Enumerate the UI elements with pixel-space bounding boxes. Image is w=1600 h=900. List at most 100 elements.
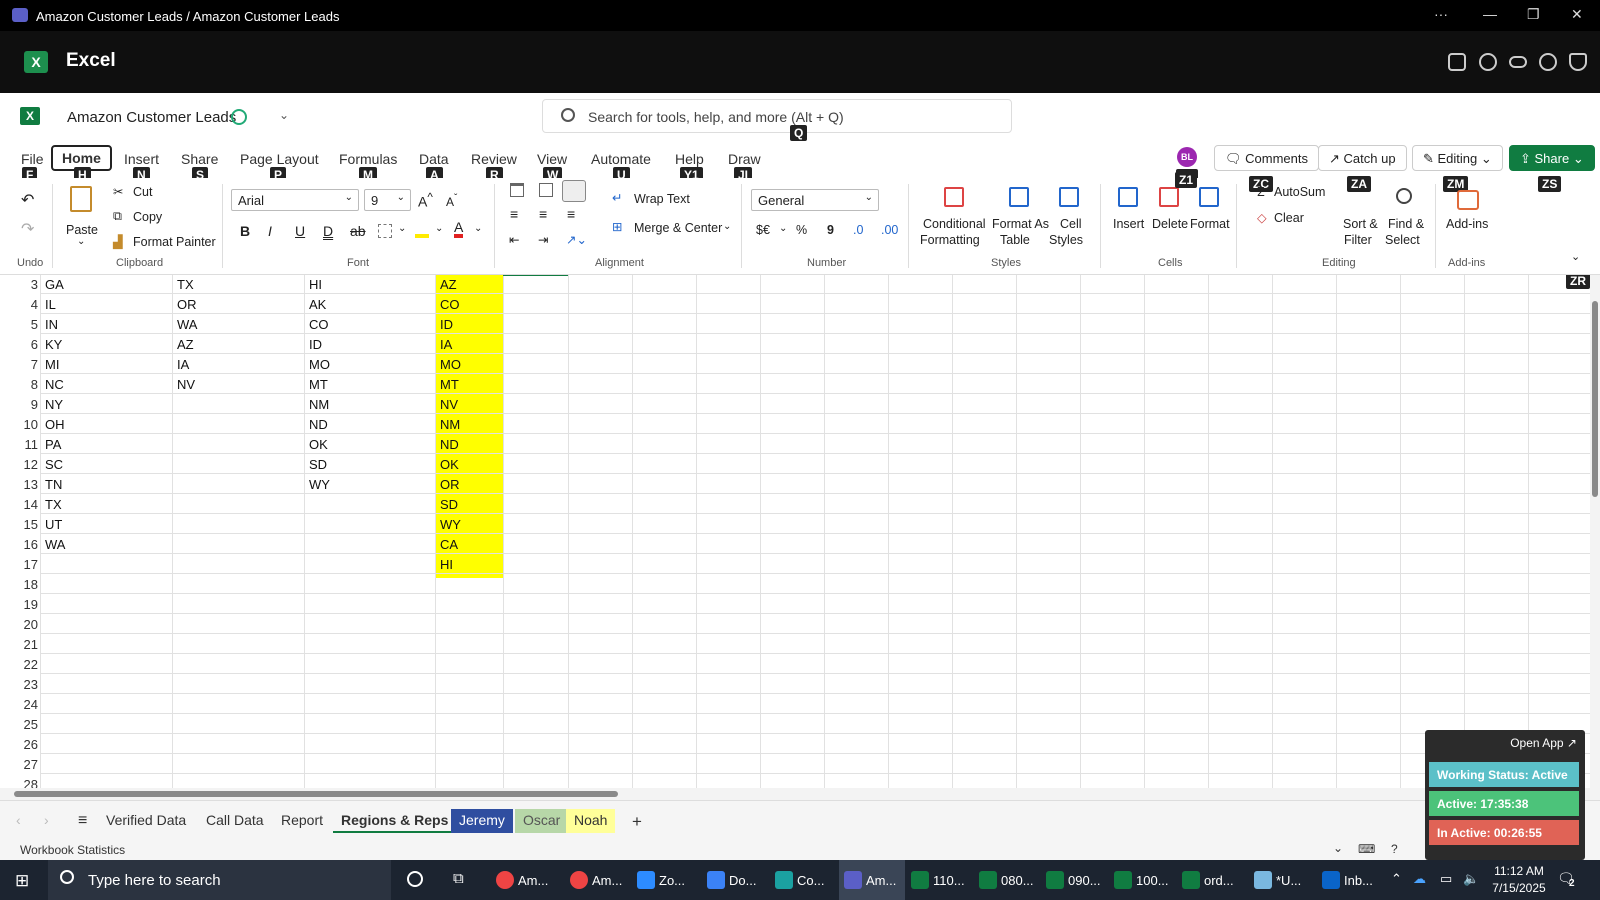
currency-button[interactable]: $€ (756, 223, 770, 237)
cell[interactable]: MO (306, 357, 330, 372)
cell[interactable]: GA (42, 277, 64, 292)
format-painter-button[interactable]: Format Painter (133, 235, 216, 249)
info-icon[interactable] (1539, 53, 1557, 71)
row-header[interactable]: 20 (0, 617, 40, 632)
row-header[interactable]: 16 (0, 537, 40, 552)
taskbar-app-chrome-1[interactable]: Am... (496, 871, 548, 889)
merge-center-button[interactable]: Merge & Center (634, 221, 722, 235)
row-header[interactable]: 11 (0, 437, 40, 452)
find-label[interactable]: Find & (1388, 217, 1424, 231)
paste-button[interactable]: Paste (66, 223, 98, 237)
minimize-button[interactable]: — (1483, 6, 1497, 22)
prev-sheet-icon[interactable]: ‹ (8, 809, 29, 833)
cell[interactable]: HI (306, 277, 322, 292)
format-cells-button[interactable]: Format (1190, 217, 1230, 231)
sheet-tab-call-data[interactable]: Call Data (198, 809, 272, 833)
keyboard-icon[interactable]: ⌨ (1358, 842, 1375, 856)
row-header[interactable]: 23 (0, 677, 40, 692)
spreadsheet-grid[interactable]: 3 4 5 6 7 8 9 10 11 12 13 14 15 16 17 18 19 20 21 22 23 24 25 2… (0, 275, 1590, 788)
cell[interactable]: MO (437, 357, 461, 372)
cell[interactable]: UT (42, 517, 62, 532)
cell[interactable]: CO (437, 297, 460, 312)
sheet-tab-verified-data[interactable]: Verified Data (98, 809, 194, 833)
scroll-thumb[interactable] (14, 791, 618, 797)
tab-data[interactable]: Data (419, 149, 449, 169)
row-header[interactable]: 14 (0, 497, 40, 512)
wrap-text-button[interactable]: Wrap Text (634, 192, 690, 206)
avatar[interactable]: BL (1177, 147, 1197, 167)
taskbar-app-zoom[interactable]: Zo... (637, 871, 685, 889)
cell[interactable]: IN (42, 317, 58, 332)
decrease-indent-icon[interactable]: ⇤ (509, 232, 519, 247)
cell[interactable]: WA (174, 317, 197, 332)
sheet-tab-report[interactable]: Report (273, 809, 331, 833)
double-underline-icon[interactable]: D (323, 223, 333, 239)
cut-button[interactable]: Cut (133, 185, 152, 199)
tab-automate[interactable]: Automate (591, 149, 651, 169)
taskbar-app-outlook[interactable]: Inb... (1322, 871, 1373, 889)
cell[interactable]: AZ (174, 337, 194, 352)
chevron-down-icon[interactable]: ⌄ (1333, 841, 1343, 855)
cell[interactable]: IA (437, 337, 452, 352)
cell[interactable]: OH (42, 417, 65, 432)
taskbar-search[interactable]: Type here to search (48, 860, 391, 900)
font-color-icon[interactable]: A (454, 220, 464, 238)
grow-font-icon[interactable]: A^ (418, 191, 433, 210)
row-header[interactable]: 19 (0, 597, 40, 612)
row-header[interactable]: 17 (0, 557, 40, 572)
chevron-down-icon[interactable]: ⌄ (474, 223, 482, 234)
cell[interactable]: AK (306, 297, 326, 312)
network-icon[interactable]: ▭ (1440, 871, 1452, 887)
cell[interactable]: IL (42, 297, 56, 312)
row-header[interactable]: 5 (0, 317, 40, 332)
cell[interactable]: ND (306, 417, 328, 432)
row-header[interactable]: 27 (0, 757, 40, 772)
onedrive-icon[interactable]: ☁ (1413, 871, 1426, 887)
tab-draw[interactable]: Draw (728, 149, 761, 169)
cell[interactable]: KY (42, 337, 62, 352)
comments-button[interactable]: 🗨 Comments (1214, 145, 1319, 171)
taskbar-app-excel-3[interactable]: 090... (1046, 871, 1101, 889)
row-header[interactable]: 18 (0, 577, 40, 592)
taskbar-app-excel-1[interactable]: 110... (911, 871, 965, 889)
clock-date[interactable]: 7/15/2025 (1488, 881, 1550, 895)
row-header[interactable]: 9 (0, 397, 40, 412)
row-header[interactable]: 26 (0, 737, 40, 752)
tab-review[interactable]: Review (471, 149, 517, 169)
editing-mode-button[interactable]: ✎ Editing ⌄ (1412, 145, 1503, 171)
increase-decimal-icon[interactable]: .0 (853, 223, 863, 237)
cell[interactable]: TN (42, 477, 62, 492)
tab-help[interactable]: Help (675, 149, 704, 169)
cell[interactable]: CO (306, 317, 329, 332)
cell[interactable]: NV (174, 377, 195, 392)
share-button[interactable]: ⇪ Share ⌄ (1509, 145, 1595, 171)
cell[interactable]: NM (306, 397, 329, 412)
cell[interactable]: WY (306, 477, 330, 492)
cell-styles-button[interactable]: Styles (1049, 233, 1083, 247)
conditional-formatting-label[interactable]: Conditional (923, 217, 986, 231)
cell[interactable]: ND (437, 437, 459, 452)
horizontal-scrollbar[interactable] (0, 788, 1600, 800)
cell[interactable]: ID (437, 317, 453, 332)
increase-indent-icon[interactable]: ⇥ (538, 232, 548, 247)
cell[interactable]: TX (174, 277, 194, 292)
cell[interactable]: WY (437, 517, 461, 532)
taskbar-app-downloads[interactable]: Do... (707, 871, 756, 889)
restore-button[interactable]: ❐ (1527, 6, 1540, 23)
underline-icon[interactable]: U (295, 223, 305, 239)
taskbar-app-excel-5[interactable]: ord... (1182, 871, 1234, 889)
cell[interactable]: IA (174, 357, 189, 372)
clear-button[interactable]: Clear (1274, 211, 1304, 225)
strikethrough-icon[interactable]: ab (350, 223, 366, 239)
align-center-icon[interactable]: ≡ (539, 206, 547, 222)
tab-insert[interactable]: Insert (124, 149, 159, 169)
font-size-select[interactable]: 9 ⌄ (364, 189, 411, 211)
row-header[interactable]: 12 (0, 457, 40, 472)
conditional-formatting-button[interactable]: Formatting (920, 233, 980, 247)
row-header[interactable]: 15 (0, 517, 40, 532)
taskbar-app-teams[interactable]: Am... (844, 871, 896, 889)
chevron-down-icon[interactable]: ⌄ (279, 108, 289, 122)
chevron-down-icon[interactable]: ⌄ (398, 223, 406, 234)
cell[interactable]: HI (437, 557, 453, 572)
paste-chevron-icon[interactable]: ⌄ (77, 236, 85, 247)
